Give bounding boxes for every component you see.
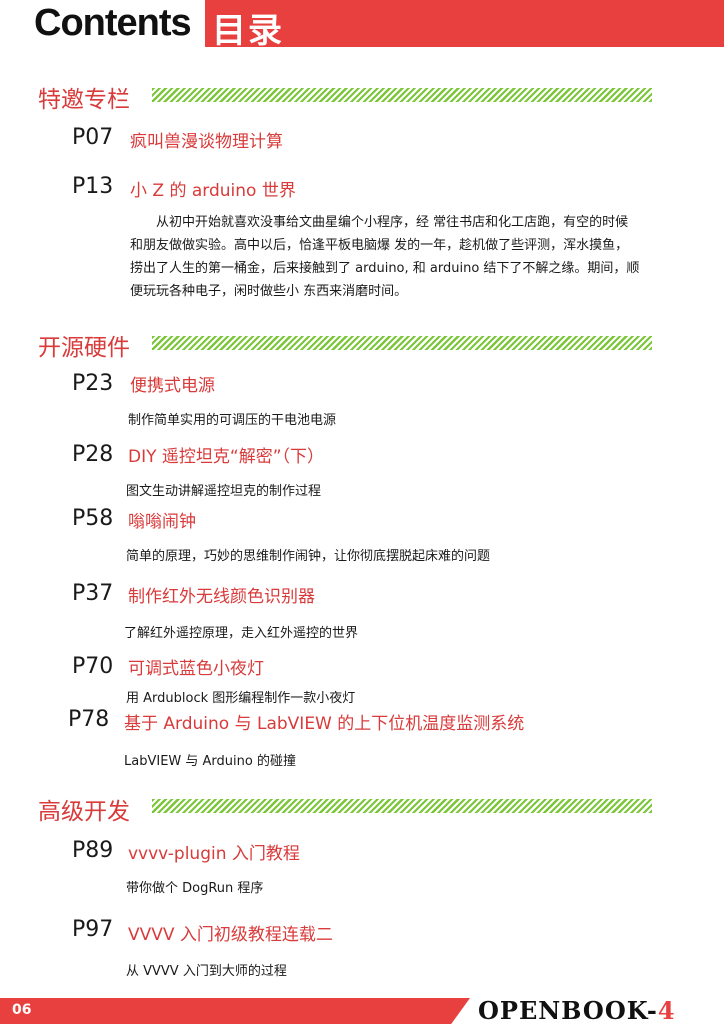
entry-title-p37[interactable]: 制作红外无线颜色识别器 [128, 582, 315, 607]
entry-title-p78[interactable]: 基于 Arduino 与 LabVIEW 的上下位机温度监测系统 [124, 709, 524, 734]
entry-page-p70: P70 [72, 654, 114, 679]
entry-title-p13[interactable]: 小 Z 的 arduino 世界 [130, 176, 296, 201]
header-title-cn: 目录 [212, 11, 284, 51]
brand-text: OPENBOOK- [478, 996, 658, 1025]
header-title-en: Contents [34, 2, 192, 44]
entry-page-p89: P89 [72, 838, 114, 863]
entry-page-p58: P58 [72, 506, 114, 531]
entry-desc-p28: 图文生动讲解遥控坦克的制作过程 [126, 484, 322, 499]
entry-title-p07[interactable]: 疯叫兽漫谈物理计算 [130, 127, 283, 152]
entry-page-p97: P97 [72, 917, 114, 942]
section-divider-stripes [152, 88, 652, 102]
section-title-advanced: 高级开发 [38, 799, 130, 825]
entry-desc-p23: 制作简单实用的可调压的干电池电源 [128, 413, 337, 428]
entry-desc-p89: 带你做个 DogRun 程序 [126, 881, 264, 896]
entry-title-p58[interactable]: 嗡嗡闹钟 [128, 507, 196, 532]
entry-title-p97[interactable]: VVVV 入门初级教程连载二 [128, 920, 333, 945]
entry-desc-p70: 用 Ardublock 图形编程制作一款小夜灯 [126, 691, 356, 706]
entry-desc-p97: 从 VVVV 入门到大师的过程 [126, 964, 287, 979]
section-divider-stripes [152, 336, 652, 350]
entry-page-p37: P37 [72, 581, 114, 606]
entry-title-p89[interactable]: vvvv-plugin 入门教程 [128, 839, 300, 864]
brand-logo: OPENBOOK-4 [478, 996, 676, 1025]
entry-desc-p13: 从初中开始就喜欢没事给文曲星编个小程序，经 常往书店和化工店跑，有空的时候和朋友… [130, 215, 640, 299]
page-number: 06 [12, 1002, 32, 1018]
entry-page-p78: P78 [68, 707, 110, 732]
entry-title-p28[interactable]: DIY 遥控坦克“解密”（下） [128, 442, 324, 467]
entry-page-p13: P13 [72, 174, 114, 199]
section-divider-stripes [152, 799, 652, 813]
entry-page-p07: P07 [72, 125, 114, 150]
entry-desc-p78: LabVIEW 与 Arduino 的碰撞 [124, 754, 296, 769]
entry-page-p23: P23 [72, 371, 114, 396]
brand-accent: 4 [657, 996, 676, 1025]
entry-page-p28: P28 [72, 442, 114, 467]
entry-title-p23[interactable]: 便携式电源 [130, 371, 215, 396]
entry-desc-p58: 简单的原理，巧妙的思维制作闹钟，让你彻底摆脱起床难的问题 [126, 549, 491, 564]
entry-title-p70[interactable]: 可调式蓝色小夜灯 [128, 654, 264, 679]
footer-bar [0, 998, 470, 1024]
entry-desc-p37: 了解红外遥控原理，走入红外遥控的世界 [124, 626, 359, 641]
section-title-open-hardware: 开源硬件 [38, 335, 130, 361]
section-title-featured: 特邀专栏 [38, 87, 130, 113]
